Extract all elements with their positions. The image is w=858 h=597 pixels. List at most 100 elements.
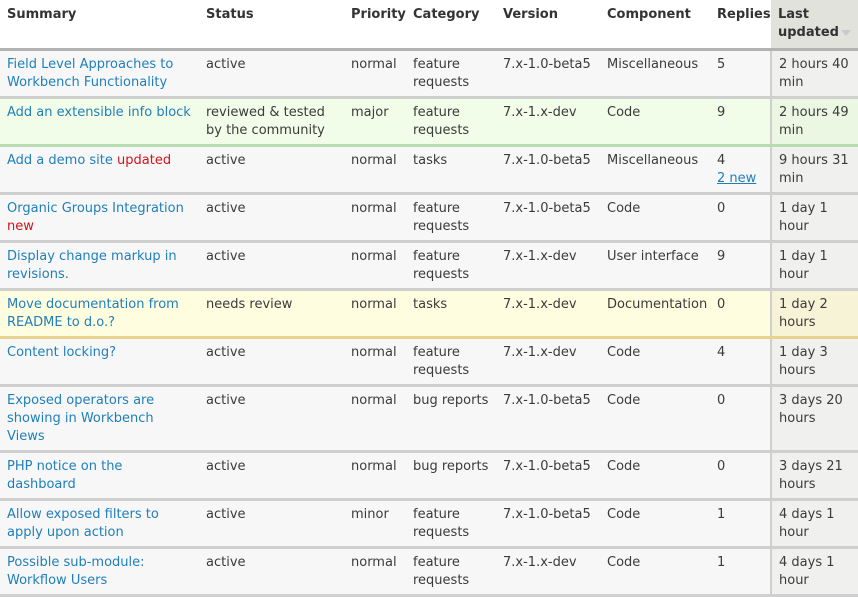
replies-count: 1	[717, 555, 726, 570]
version-cell: 7.x-1.x-dev	[496, 288, 600, 339]
column-header-last-updated[interactable]: Last updated	[771, 0, 858, 51]
component-cell: User interface	[600, 241, 710, 291]
category-cell: feature requests	[406, 49, 496, 99]
category-cell: bug reports	[406, 385, 496, 453]
summary-cell: Field Level Approaches to Workbench Func…	[0, 49, 199, 99]
column-header-summary[interactable]: Summary	[0, 0, 199, 51]
column-header-last-updated-label: Last updated	[778, 7, 839, 40]
replies-count: 1	[717, 507, 726, 522]
replies-count: 5	[717, 57, 726, 72]
issue-table-body: Field Level Approaches to Workbench Func…	[0, 49, 858, 597]
summary-cell: Possible sub-module: Workflow Users	[0, 547, 199, 597]
table-row: PHP notice on the dashboard active normal b…	[0, 451, 858, 501]
replies-cell: 5	[710, 49, 771, 99]
priority-cell: normal	[344, 385, 406, 453]
summary-cell: Exposed operators are showing in Workben…	[0, 385, 199, 453]
issue-title-link[interactable]: Move documentation from README to d.o.?	[7, 297, 179, 330]
replies-cell: 4 2 new	[710, 145, 771, 195]
version-cell: 7.x-1.x-dev	[496, 547, 600, 597]
priority-cell: normal	[344, 49, 406, 99]
table-row: Move documentation from README to d.o.? n…	[0, 288, 858, 339]
issue-title-link[interactable]: Organic Groups Integration	[7, 201, 184, 216]
priority-cell: normal	[344, 241, 406, 291]
issue-table: Summary Status Priority Category Version…	[0, 0, 858, 597]
component-cell: Miscellaneous	[600, 145, 710, 195]
last-updated-cell: 3 days 21 hours	[770, 451, 858, 501]
replies-cell: 0	[710, 451, 771, 501]
last-updated-cell: 3 days 20 hours	[770, 385, 858, 453]
component-cell: Documentation	[600, 288, 710, 339]
summary-cell: Add a demo site updated	[0, 145, 199, 195]
status-cell: active	[199, 385, 344, 453]
issue-title-link[interactable]: Display change markup in revisions.	[7, 249, 177, 282]
category-cell: feature requests	[406, 547, 496, 597]
column-header-category[interactable]: Category	[406, 0, 496, 51]
status-cell: needs review	[199, 288, 344, 339]
column-header-version[interactable]: Version	[496, 0, 600, 51]
version-cell: 7.x-1.0-beta5	[496, 49, 600, 99]
status-cell: active	[199, 241, 344, 291]
replies-cell: 0	[710, 288, 771, 339]
replies-count: 9	[717, 249, 726, 264]
status-cell: active	[199, 451, 344, 501]
version-cell: 7.x-1.x-dev	[496, 96, 600, 147]
replies-count: 0	[717, 297, 726, 312]
priority-cell: normal	[344, 547, 406, 597]
issue-title-link[interactable]: Allow exposed filters to apply upon acti…	[7, 507, 159, 540]
issue-title-link[interactable]: Possible sub-module: Workflow Users	[7, 555, 145, 588]
component-cell: Code	[600, 547, 710, 597]
column-header-component[interactable]: Component	[600, 0, 710, 51]
priority-cell: normal	[344, 337, 406, 387]
status-cell: active	[199, 49, 344, 99]
replies-count: 0	[717, 459, 726, 474]
table-row: Content locking? active normal feature requ…	[0, 337, 858, 387]
table-row: Exposed operators are showing in Workben…	[0, 385, 858, 453]
table-header-row: Summary Status Priority Category Version…	[0, 0, 858, 51]
priority-cell: normal	[344, 451, 406, 501]
issue-title-link[interactable]: Add a demo site	[7, 153, 113, 168]
status-cell: active	[199, 145, 344, 195]
replies-cell: 1	[710, 499, 771, 549]
status-cell: active	[199, 337, 344, 387]
component-cell: Code	[600, 451, 710, 501]
replies-count: 4	[717, 153, 726, 168]
status-cell: active	[199, 193, 344, 243]
last-updated-cell: 4 days 1 hour	[770, 499, 858, 549]
priority-cell: minor	[344, 499, 406, 549]
status-cell: active	[199, 499, 344, 549]
column-header-replies[interactable]: Replies	[710, 0, 771, 51]
category-cell: feature requests	[406, 337, 496, 387]
category-cell: feature requests	[406, 499, 496, 549]
replies-cell: 9	[710, 96, 771, 147]
table-row: Allow exposed filters to apply upon acti…	[0, 499, 858, 549]
status-cell: reviewed & tested by the community	[199, 96, 344, 147]
summary-cell: Allow exposed filters to apply upon acti…	[0, 499, 199, 549]
new-replies-link[interactable]: 2 new	[717, 171, 756, 186]
issue-title-link[interactable]: Content locking?	[7, 345, 116, 360]
table-row: Add a demo site updated active normal tasks…	[0, 145, 858, 195]
summary-cell: Organic Groups Integration new	[0, 193, 199, 243]
issue-updated-marker: updated	[117, 153, 172, 168]
replies-count: 0	[717, 201, 726, 216]
column-header-priority[interactable]: Priority	[344, 0, 406, 51]
table-row: Add an extensible info block reviewed & t…	[0, 96, 858, 147]
issue-title-link[interactable]: Field Level Approaches to Workbench Func…	[7, 57, 173, 90]
replies-cell: 1	[710, 547, 771, 597]
last-updated-cell: 4 days 1 hour	[770, 547, 858, 597]
table-row: Display change markup in revisions. activ…	[0, 241, 858, 291]
category-cell: tasks	[406, 145, 496, 195]
version-cell: 7.x-1.0-beta5	[496, 451, 600, 501]
priority-cell: normal	[344, 288, 406, 339]
summary-cell: Add an extensible info block	[0, 96, 199, 147]
category-cell: tasks	[406, 288, 496, 339]
column-header-status[interactable]: Status	[199, 0, 344, 51]
issue-title-link[interactable]: PHP notice on the dashboard	[7, 459, 122, 492]
issue-title-link[interactable]: Exposed operators are showing in Workben…	[7, 393, 154, 444]
issue-title-link[interactable]: Add an extensible info block	[7, 105, 191, 120]
version-cell: 7.x-1.0-beta5	[496, 145, 600, 195]
category-cell: feature requests	[406, 193, 496, 243]
replies-count: 9	[717, 105, 726, 120]
table-row: Possible sub-module: Workflow Users activ…	[0, 547, 858, 597]
last-updated-cell: 1 day 1 hour	[770, 241, 858, 291]
last-updated-cell: 2 hours 40 min	[770, 49, 858, 99]
